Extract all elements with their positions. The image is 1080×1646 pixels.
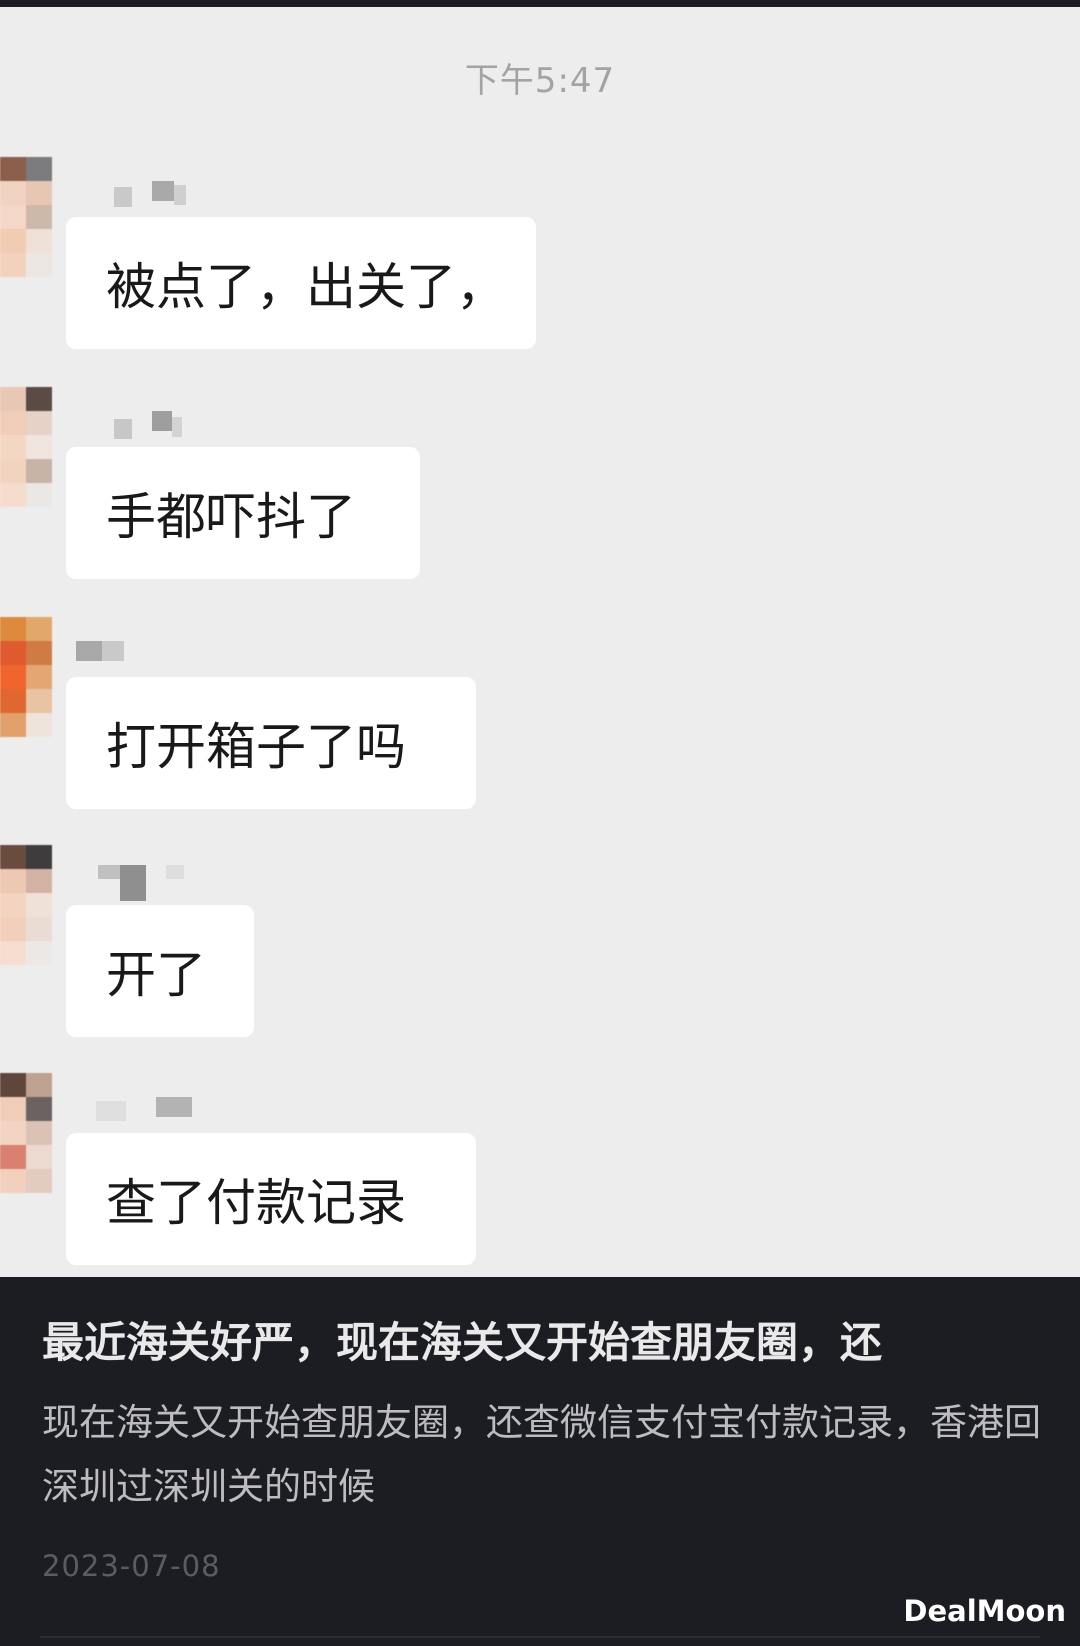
post-date: 2023-07-08	[42, 1549, 221, 1583]
blurred-avatar	[0, 845, 52, 965]
message-text: 打开箱子了吗	[106, 718, 406, 776]
blurred-sender-name	[76, 641, 124, 665]
watermark-logo: DealMoon	[903, 1594, 1066, 1628]
blurred-sender-name	[98, 865, 184, 901]
blurred-avatar	[0, 157, 52, 277]
chat-screenshot: 下午5:47 被点了，出关了， 手都吓抖了 打开箱子了吗 开了 查了付款记录	[0, 7, 1080, 1277]
message-text: 手都吓抖了	[106, 488, 356, 546]
divider	[40, 1636, 1040, 1638]
blurred-sender-name	[114, 181, 186, 207]
message-bubble[interactable]: 手都吓抖了	[66, 447, 420, 579]
message-bubble[interactable]: 被点了，出关了，	[66, 217, 536, 349]
chat-timestamp: 下午5:47	[464, 61, 616, 101]
message-text: 被点了，出关了，	[106, 258, 506, 316]
message-text: 开了	[106, 946, 206, 1004]
blurred-sender-name	[96, 1097, 192, 1121]
message-text: 查了付款记录	[106, 1174, 406, 1232]
blurred-sender-name	[114, 411, 182, 439]
blurred-avatar	[0, 387, 52, 507]
message-bubble[interactable]: 打开箱子了吗	[66, 677, 476, 809]
message-bubble[interactable]: 开了	[66, 905, 254, 1037]
blurred-avatar	[0, 1073, 52, 1193]
message-bubble[interactable]: 查了付款记录	[66, 1133, 476, 1265]
post-caption-panel: 最近海关好严，现在海关又开始查朋友圈，还 现在海关又开始查朋友圈，还查微信支付宝…	[0, 1277, 1080, 1646]
top-edge	[0, 0, 1080, 7]
post-title[interactable]: 最近海关好严，现在海关又开始查朋友圈，还	[42, 1309, 1052, 1370]
blurred-avatar	[0, 617, 52, 737]
post-body: 现在海关又开始查朋友圈，还查微信支付宝付款记录，香港回深圳过深圳关的时候	[42, 1401, 1041, 1508]
